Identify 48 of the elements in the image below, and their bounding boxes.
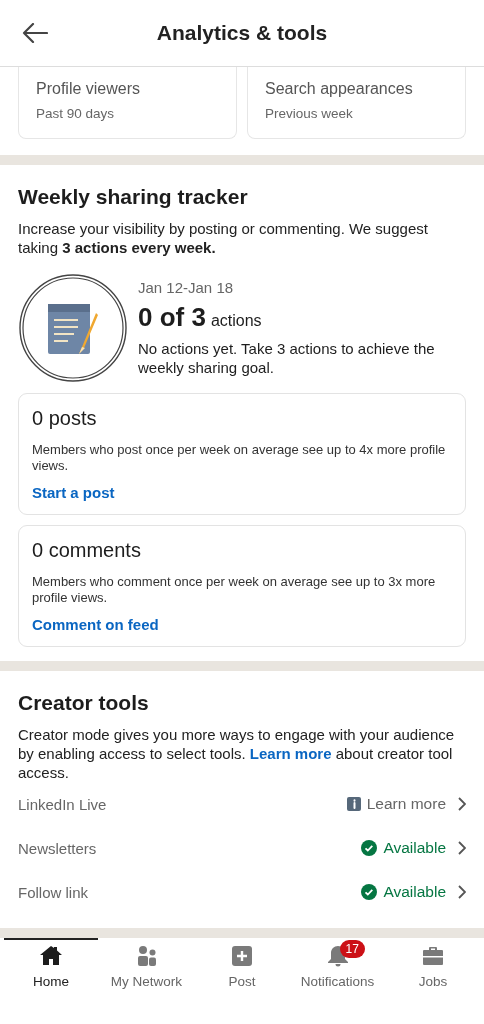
actions-count: 0 of 3: [138, 302, 206, 332]
section-title: Creator tools: [18, 691, 150, 715]
notepad-pencil-icon: [18, 273, 128, 383]
learn-more-link[interactable]: Learn more: [249, 745, 332, 762]
page-title: Analytics & tools: [156, 21, 328, 45]
tool-row[interactable]: Newsletters Available: [18, 826, 466, 870]
check-circle-icon: [361, 884, 378, 900]
card-text: Members who post once per week on average see up to 4x more profile views.: [32, 442, 447, 474]
nav-tab[interactable]: Jobs: [386, 938, 480, 989]
stat-period: Past 90 days: [36, 106, 116, 121]
status-text: Learn more: [366, 795, 446, 813]
nav-tab[interactable]: 17 Notifications: [290, 938, 385, 989]
back-arrow-icon[interactable]: [22, 23, 48, 43]
chevron-right-icon: [458, 885, 466, 899]
tool-name: Newsletters: [18, 839, 97, 857]
tool-row[interactable]: LinkedIn Live Learn more: [18, 782, 466, 826]
goal-message: No actions yet. Take 3 actions to achieve the weekly sharing goal.: [138, 339, 436, 377]
actions-unit: actions: [210, 312, 262, 329]
notification-count: 17: [339, 940, 365, 958]
tool-row[interactable]: Follow link Available: [18, 870, 466, 914]
home-icon: [39, 944, 63, 968]
card-text: Members who comment once per week on average see up to 3x more profile views.: [32, 574, 437, 606]
intro-text: Increase your visibility by posting or commenting. We suggest taking 3 actions every week.: [18, 219, 429, 257]
card-link[interactable]: Start a post: [32, 484, 115, 501]
nav-tab[interactable]: Home: [4, 938, 98, 989]
plus-square-icon: [230, 944, 254, 968]
card-count: 0 comments: [32, 539, 142, 562]
date-range: Jan 12-Jan 18: [138, 279, 235, 296]
nav-tab[interactable]: Post: [195, 938, 289, 989]
tool-name: LinkedIn Live: [18, 795, 107, 813]
stat-card[interactable]: Search appearances Previous week: [247, 67, 466, 139]
section-title: Weekly sharing tracker: [18, 185, 249, 209]
chevron-right-icon: [458, 841, 466, 855]
stat-label: Search appearances: [265, 80, 414, 98]
stat-period: Previous week: [265, 106, 354, 121]
card-count: 0 posts: [32, 407, 98, 430]
status-text: Available: [383, 883, 446, 901]
check-circle-icon: [361, 840, 378, 856]
briefcase-icon: [421, 944, 445, 968]
description-text: Creator mode gives you more ways to engage with your audience by enabling access to select tools. Learn more about creator tool access.: [18, 725, 456, 782]
info-icon: [346, 797, 361, 811]
chevron-right-icon: [458, 797, 466, 811]
stat-label: Profile viewers: [36, 80, 142, 98]
tool-name: Follow link: [18, 883, 89, 901]
card-link[interactable]: Comment on feed: [32, 616, 159, 633]
status-text: Available: [383, 839, 446, 857]
stat-card[interactable]: Profile viewers Past 90 days: [18, 67, 237, 139]
nav-tab[interactable]: My Network: [99, 938, 194, 989]
